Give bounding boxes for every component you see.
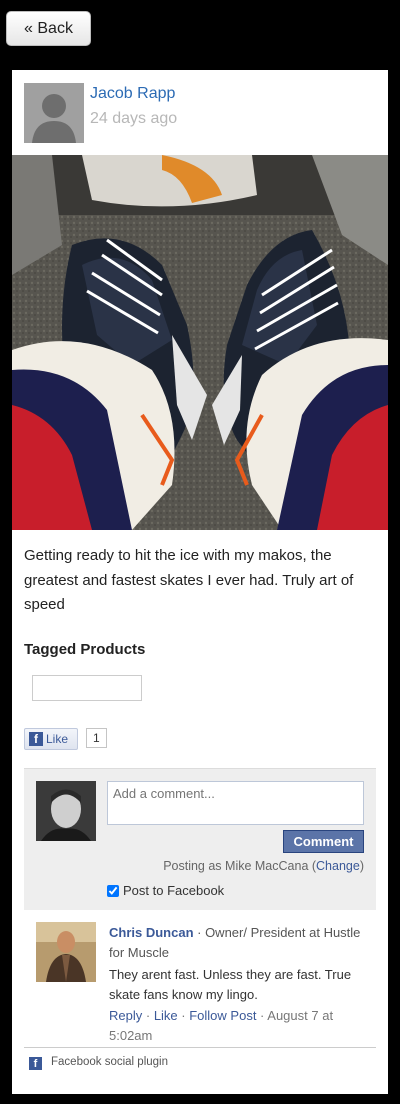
posting-as-prefix: Posting as Mike MacCana (	[163, 859, 317, 873]
post-photo[interactable]	[12, 155, 388, 530]
like-button-label: Like	[46, 732, 69, 746]
comment-input[interactable]	[107, 781, 364, 825]
author-avatar[interactable]	[24, 83, 84, 143]
post-to-facebook-checkbox[interactable]	[107, 885, 119, 897]
author-name-link[interactable]: Jacob Rapp	[90, 85, 175, 103]
change-user-link[interactable]: Change	[316, 859, 360, 873]
top-bar: « Back	[0, 0, 400, 56]
posting-as-text: Posting as Mike MacCana (Change)	[163, 859, 364, 873]
facebook-social-plugin-link[interactable]: Facebook social plugin	[51, 1056, 168, 1068]
comment-header: Chris Duncan · Owner/ President at Hustl…	[109, 923, 364, 963]
like-count: 1	[86, 728, 107, 748]
facebook-icon: f	[29, 1057, 42, 1070]
post-header: Jacob Rapp 24 days ago	[24, 83, 374, 143]
comment-like-link[interactable]: Like	[154, 1008, 178, 1023]
post-caption: Getting ready to hit the ice with my mak…	[24, 547, 354, 613]
comment-text: They arent fast. Unless they are fast. T…	[109, 967, 352, 1002]
plugin-footer: f Facebook social plugin	[24, 1047, 376, 1073]
post-timestamp: 24 days ago	[90, 110, 178, 127]
current-user-avatar	[36, 781, 96, 841]
post-to-facebook-label: Post to Facebook	[123, 883, 225, 898]
comment-submit-button[interactable]: Comment	[283, 830, 364, 853]
like-button[interactable]: f Like	[24, 728, 78, 750]
reply-link[interactable]: Reply	[109, 1008, 142, 1023]
follow-post-link[interactable]: Follow Post	[189, 1008, 256, 1023]
back-button[interactable]: « Back	[6, 11, 91, 46]
posting-as-suffix: )	[359, 859, 364, 873]
post-card: Jacob Rapp 24 days ago Getting ready to …	[12, 70, 388, 1094]
comment-actions: Reply · Like · Follow Post · August 7 at…	[109, 1008, 334, 1043]
tagged-product-slot[interactable]	[32, 675, 142, 701]
facebook-logo-icon: f	[29, 732, 43, 746]
comment-form: Comment Posting as Mike MacCana (Change)…	[24, 768, 376, 910]
commenter-avatar[interactable]	[36, 922, 96, 982]
post-to-facebook-option[interactable]: Post to Facebook	[107, 883, 224, 898]
comment-body: Chris Duncan · Owner/ President at Hustl…	[109, 923, 364, 1046]
commenter-name-link[interactable]: Chris Duncan	[109, 925, 194, 940]
tagged-products-heading: Tagged Products	[24, 641, 146, 658]
